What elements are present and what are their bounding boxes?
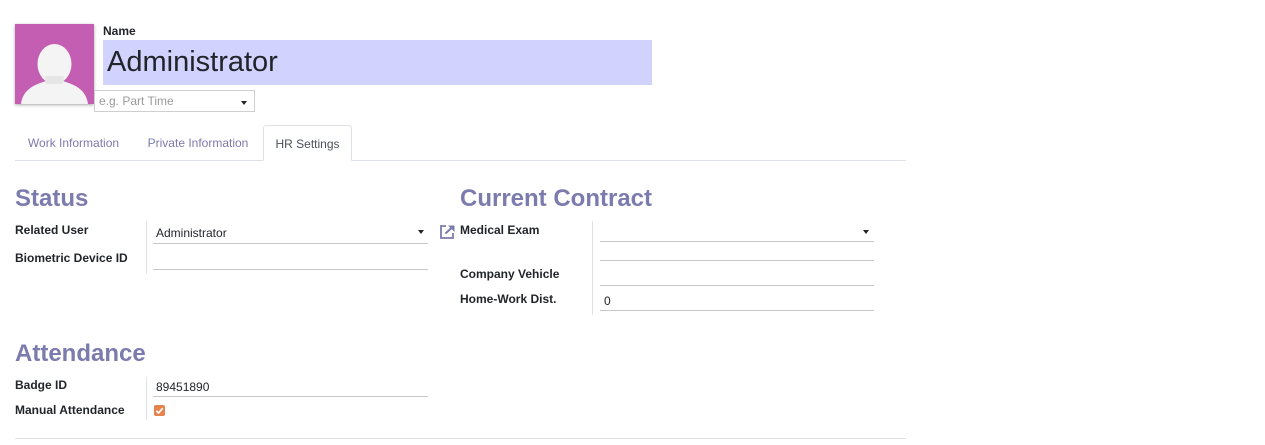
badge-id-value: 89451890: [156, 380, 210, 394]
job-type-select[interactable]: e.g. Part Time: [94, 90, 255, 112]
badge-id-field[interactable]: 89451890: [153, 375, 428, 397]
caret-down-icon: [241, 101, 247, 105]
biometric-device-field[interactable]: [153, 248, 428, 270]
caret-down-icon: [418, 230, 424, 234]
manual-attendance-checkbox[interactable]: [154, 405, 165, 416]
attendance-section-title: Attendance: [15, 340, 146, 367]
manual-attendance-label: Manual Attendance: [15, 403, 125, 417]
job-type-placeholder: e.g. Part Time: [99, 94, 174, 108]
current-contract-title: Current Contract: [460, 185, 653, 212]
related-user-field[interactable]: Administrator: [153, 222, 428, 244]
form-bottom-divider: [15, 438, 906, 439]
status-divider: [146, 221, 147, 274]
name-label: Name: [103, 24, 136, 38]
status-section-title: Status: [15, 185, 89, 212]
badge-id-label: Badge ID: [15, 378, 68, 392]
home-work-distance-label: Home-Work Dist.: [460, 292, 557, 306]
medical-exam-date-field[interactable]: [600, 239, 874, 261]
avatar-silhouette-icon: [21, 44, 88, 104]
employee-avatar[interactable]: [15, 24, 94, 104]
related-user-value: Administrator: [156, 226, 227, 240]
related-user-label: Related User: [15, 223, 89, 237]
tab-private-information[interactable]: Private Information: [135, 125, 261, 161]
company-vehicle-field[interactable]: [600, 264, 874, 286]
home-work-distance-field[interactable]: 0: [600, 289, 874, 311]
caret-down-icon: [863, 230, 869, 234]
medical-exam-label: Medical Exam: [460, 223, 540, 237]
external-link-icon[interactable]: [438, 224, 456, 240]
attendance-divider: [146, 377, 147, 420]
employee-name-input[interactable]: [103, 40, 652, 85]
biometric-device-label: Biometric Device ID: [15, 251, 128, 265]
tab-hr-settings[interactable]: HR Settings: [263, 125, 352, 161]
home-work-distance-value: 0: [604, 294, 611, 308]
contract-divider: [592, 221, 593, 315]
company-vehicle-label: Company Vehicle: [460, 267, 560, 281]
checkmark-icon: [155, 407, 164, 415]
tab-work-information[interactable]: Work Information: [15, 125, 132, 161]
